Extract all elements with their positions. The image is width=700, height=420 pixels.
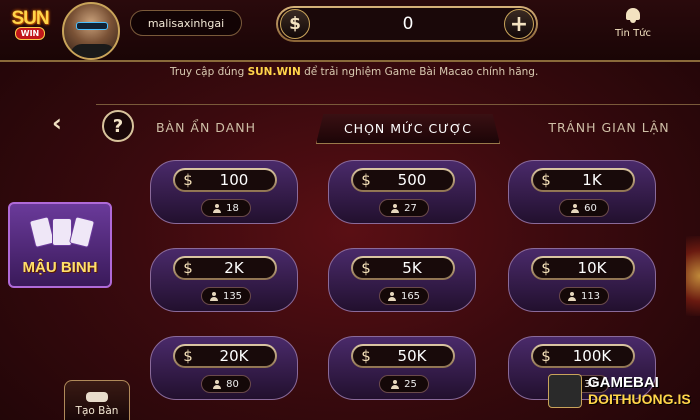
bet-option[interactable]: $ 1K 60: [508, 160, 656, 224]
back-button[interactable]: ‹: [44, 109, 70, 137]
news-label: Tin Tức: [614, 28, 652, 39]
watermark-cards-icon: [548, 374, 582, 408]
dollar-icon: $: [280, 9, 310, 39]
username[interactable]: malisaxinhgai: [130, 10, 242, 36]
bet-amount: 10K: [577, 259, 607, 277]
user-icon: [213, 203, 222, 213]
table-icon: [86, 392, 108, 402]
bet-amount: 2K: [224, 259, 244, 277]
bet-option[interactable]: $ 5K 165: [328, 248, 476, 312]
dollar-icon: $: [183, 259, 193, 277]
marquee-suffix: để trải nghiệm Game Bài Macao chính hãng…: [304, 66, 539, 78]
avatar-glasses: [76, 22, 108, 30]
player-count-value: 60: [584, 202, 597, 214]
player-count: 165: [379, 287, 429, 305]
player-count-value: 135: [222, 290, 243, 302]
player-count: 135: [201, 287, 251, 305]
player-count-value: 80: [226, 378, 239, 390]
dollar-icon: $: [361, 259, 371, 277]
player-count-value: 27: [404, 202, 417, 214]
bet-amount: 1K: [582, 171, 602, 189]
bet-amount: 500: [397, 171, 427, 189]
user-icon: [387, 291, 396, 301]
tab-anonymous-table[interactable]: BÀN ẨN DANH: [140, 116, 272, 138]
user-icon: [209, 291, 218, 301]
tab-anti-cheat[interactable]: TRÁNH GIAN LẬN: [534, 116, 684, 138]
dollar-icon: $: [541, 259, 551, 277]
watermark: GAMEBAI DOITHUONG.IS: [548, 362, 700, 420]
add-funds-button[interactable]: +: [504, 9, 534, 39]
dollar-icon: $: [183, 171, 193, 189]
user-icon: [391, 379, 400, 389]
watermark-line2: DOITHUONG.IS: [588, 391, 691, 407]
player-count: 80: [201, 375, 251, 393]
help-button[interactable]: ?: [102, 110, 134, 142]
playing-cards-icon: [28, 215, 96, 254]
bet-amount: 100: [219, 171, 249, 189]
watermark-line1: GAMEBAI: [588, 374, 659, 391]
logo-badge: WIN: [14, 27, 46, 40]
tab-choose-bet[interactable]: CHỌN MỨC CƯỢC: [316, 114, 500, 144]
bet-amount: 20K: [219, 347, 249, 365]
marquee-brand: SUN.WIN: [247, 66, 301, 78]
side-decoration: [686, 236, 700, 316]
player-count: 113: [559, 287, 609, 305]
create-table-label: Tạo Bàn: [75, 405, 119, 417]
announcement-marquee: Truy cập đúng SUN.WIN để trải nghiệm Gam…: [170, 66, 650, 82]
avatar-shirt: [70, 44, 116, 58]
player-count-value: 25: [404, 378, 417, 390]
user-icon: [567, 291, 576, 301]
dollar-icon: $: [183, 347, 193, 365]
bell-icon: [624, 6, 642, 24]
avatar[interactable]: [62, 2, 120, 60]
player-count: 60: [559, 199, 609, 217]
balance-amount: 0: [402, 14, 414, 34]
bet-amount: 5K: [402, 259, 422, 277]
dollar-icon: $: [541, 171, 551, 189]
bet-option[interactable]: $ 2K 135: [150, 248, 298, 312]
player-count: 25: [379, 375, 429, 393]
dollar-icon: $: [361, 171, 371, 189]
balance-bar: $ 0 +: [276, 6, 538, 42]
game-name: MẬU BINH: [22, 259, 98, 276]
marquee-prefix: Truy cập đúng: [170, 66, 245, 78]
bet-option[interactable]: $ 20K 80: [150, 336, 298, 400]
create-table-button[interactable]: Tạo Bàn: [64, 380, 130, 420]
user-icon: [213, 379, 222, 389]
bet-option[interactable]: $ 10K 113: [508, 248, 656, 312]
player-count: 27: [379, 199, 429, 217]
bet-option[interactable]: $ 100 18: [150, 160, 298, 224]
player-count-value: 165: [400, 290, 421, 302]
user-icon: [571, 203, 580, 213]
sunwin-logo[interactable]: SUN WIN: [4, 4, 56, 44]
player-count-value: 18: [226, 202, 239, 214]
user-icon: [391, 203, 400, 213]
bet-option[interactable]: $ 500 27: [328, 160, 476, 224]
game-card-mau-binh[interactable]: MẬU BINH: [8, 202, 112, 288]
bet-amount: 50K: [397, 347, 427, 365]
bet-option[interactable]: $ 50K 25: [328, 336, 476, 400]
player-count-value: 113: [580, 290, 601, 302]
news-button[interactable]: Tin Tức: [600, 2, 666, 50]
dollar-icon: $: [361, 347, 371, 365]
player-count: 18: [201, 199, 251, 217]
